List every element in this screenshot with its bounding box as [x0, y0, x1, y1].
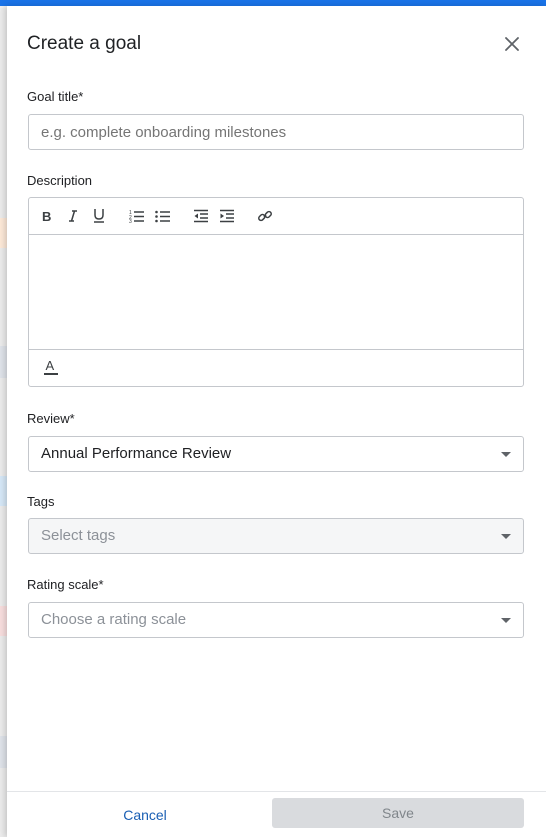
- cancel-button[interactable]: Cancel: [85, 804, 205, 826]
- goal-title-label: Goal title*: [27, 89, 84, 104]
- editor-bottom-toolbar: A: [29, 349, 523, 386]
- bold-icon[interactable]: B: [39, 208, 55, 224]
- tags-select[interactable]: Select tags: [28, 518, 524, 554]
- review-label: Review*: [27, 411, 75, 426]
- rating-scale-placeholder: Choose a rating scale: [41, 611, 187, 628]
- bullet-list-icon[interactable]: [155, 208, 171, 224]
- goal-title-input[interactable]: [28, 114, 524, 150]
- dialog-header: Create a goal: [27, 32, 526, 60]
- review-select[interactable]: Annual Performance Review: [28, 436, 524, 472]
- rating-scale-select[interactable]: Choose a rating scale: [28, 602, 524, 638]
- chevron-down-icon: [501, 452, 511, 457]
- description-label: Description: [27, 173, 93, 188]
- tags-select-placeholder: Select tags: [41, 527, 116, 544]
- tags-label: Tags: [27, 494, 55, 509]
- outdent-icon[interactable]: [193, 208, 209, 224]
- create-goal-dialog: Create a goal Goal title* Description B …: [7, 6, 546, 837]
- underline-icon[interactable]: [91, 208, 107, 224]
- svg-text:3: 3: [129, 219, 132, 223]
- close-icon[interactable]: [502, 34, 522, 54]
- description-editor: B 123 A: [28, 197, 524, 387]
- svg-text:A: A: [46, 358, 55, 373]
- editor-toolbar: B 123: [29, 198, 523, 235]
- indent-icon[interactable]: [219, 208, 235, 224]
- link-icon[interactable]: [257, 208, 273, 224]
- italic-icon[interactable]: [65, 208, 81, 224]
- chevron-down-icon: [501, 534, 511, 539]
- description-text-area[interactable]: [29, 235, 523, 351]
- save-button[interactable]: Save: [272, 798, 524, 828]
- dialog-footer: Cancel Save: [7, 791, 546, 837]
- chevron-down-icon: [501, 618, 511, 623]
- rating-scale-label: Rating scale*: [27, 577, 104, 592]
- review-select-value: Annual Performance Review: [41, 445, 232, 462]
- dialog-title: Create a goal: [27, 33, 142, 54]
- text-color-icon[interactable]: A: [43, 358, 59, 375]
- ordered-list-icon[interactable]: 123: [129, 208, 145, 224]
- svg-text:B: B: [42, 209, 51, 223]
